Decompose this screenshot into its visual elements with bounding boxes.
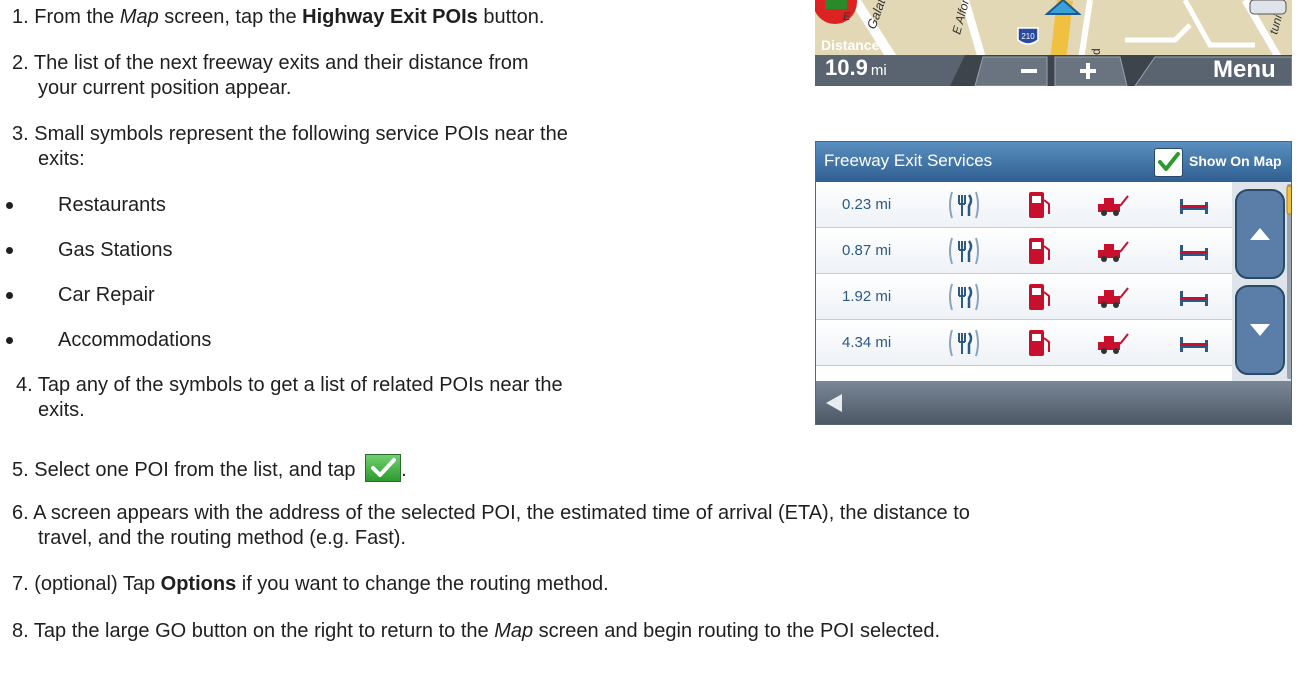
accommodation-icon[interactable] <box>1178 190 1210 220</box>
svg-text:d: d <box>1089 48 1103 55</box>
distance-readout: 10.9 mi <box>825 55 887 80</box>
exit-row[interactable]: 0.87 mi <box>816 228 1232 274</box>
gas-station-icon[interactable] <box>1026 190 1052 220</box>
scrollbar-thumb[interactable] <box>1286 185 1292 215</box>
back-arrow-icon <box>826 394 842 412</box>
restaurant-icon[interactable] <box>948 282 980 312</box>
bullet-gas-stations: Gas Stations <box>58 239 173 261</box>
show-on-map-checkbox[interactable] <box>1154 148 1183 177</box>
gas-station-icon[interactable] <box>1026 236 1052 266</box>
restaurant-icon[interactable] <box>948 328 980 358</box>
accommodation-icon[interactable] <box>1178 282 1210 312</box>
step-3-continued: exits: <box>38 148 85 170</box>
menu-button-label: Menu <box>1213 56 1276 83</box>
step-2: 2. The list of the next freeway exits an… <box>12 52 529 74</box>
bullet-dot <box>6 337 13 344</box>
freeway-exit-services-screen: Freeway Exit Services Show On Map 0.23 m… <box>815 141 1292 425</box>
exit-list: 0.23 mi 0.87 mi 1.92 mi 4.34 mi <box>816 182 1232 366</box>
accommodation-icon[interactable] <box>1178 328 1210 358</box>
map-corner-button[interactable] <box>1249 0 1287 15</box>
show-on-map-label: Show On Map <box>1189 153 1282 169</box>
step-8: 8. Tap the large GO button on the right … <box>12 620 941 642</box>
check-icon <box>1158 152 1180 171</box>
instructions-document: 1. From the Map screen, tap the Highway … <box>0 0 970 676</box>
bullet-dot <box>6 202 13 209</box>
svg-text:210: 210 <box>1021 32 1035 41</box>
bullet-car-repair: Car Repair <box>58 284 155 306</box>
step-7: 7. (optional) Tap Options if you want to… <box>12 573 609 595</box>
exit-distance: 0.87 mi <box>842 242 892 259</box>
car-repair-icon[interactable] <box>1096 282 1130 312</box>
step-6-continued: travel, and the routing method (e.g. Fas… <box>38 527 406 549</box>
step-6: 6. A screen appears with the address of … <box>12 502 970 524</box>
step-1: 1. From the Map screen, tap the Highway … <box>12 6 545 28</box>
bullet-dot <box>6 292 13 299</box>
step-5: 5. Select one POI from the list, and tap… <box>12 454 407 482</box>
exit-row[interactable]: 0.23 mi <box>816 182 1232 228</box>
car-repair-icon[interactable] <box>1096 236 1130 266</box>
panel-footer <box>816 381 1291 425</box>
step-3: 3. Small symbols represent the following… <box>12 123 568 145</box>
scroll-panel <box>1232 182 1292 381</box>
exit-row[interactable]: 4.34 mi <box>816 320 1232 366</box>
restaurant-icon[interactable] <box>948 190 980 220</box>
step-4: 4. Tap any of the symbols to get a list … <box>16 374 563 396</box>
accommodation-icon[interactable] <box>1178 236 1210 266</box>
exit-row[interactable]: 1.92 mi <box>816 274 1232 320</box>
car-repair-icon[interactable] <box>1096 190 1130 220</box>
step-4-continued: exits. <box>38 399 85 421</box>
step-2-continued: your current position appear. <box>38 77 292 99</box>
panel-title: Freeway Exit Services <box>824 151 993 170</box>
restaurant-icon[interactable] <box>948 236 980 266</box>
back-button[interactable] <box>816 381 856 425</box>
exit-distance: 1.92 mi <box>842 288 892 305</box>
confirm-check-icon <box>365 454 402 482</box>
car-repair-icon[interactable] <box>1096 328 1130 358</box>
minus-icon <box>1021 69 1037 73</box>
exit-distance: 0.23 mi <box>842 196 892 213</box>
svg-text:E: E <box>843 11 851 23</box>
exit-distance: 4.34 mi <box>842 334 892 351</box>
gas-station-icon[interactable] <box>1026 328 1052 358</box>
bullet-dot <box>6 247 13 254</box>
bullet-restaurants: Restaurants <box>58 194 166 216</box>
bullet-accommodations: Accommodations <box>58 329 212 351</box>
gas-station-icon[interactable] <box>1026 282 1052 312</box>
distance-label: Distance <box>821 37 880 53</box>
map-screen: 210 Galatea E Alford S E d tuni Distance… <box>815 0 1292 86</box>
panel-header: Freeway Exit Services Show On Map <box>816 142 1291 182</box>
